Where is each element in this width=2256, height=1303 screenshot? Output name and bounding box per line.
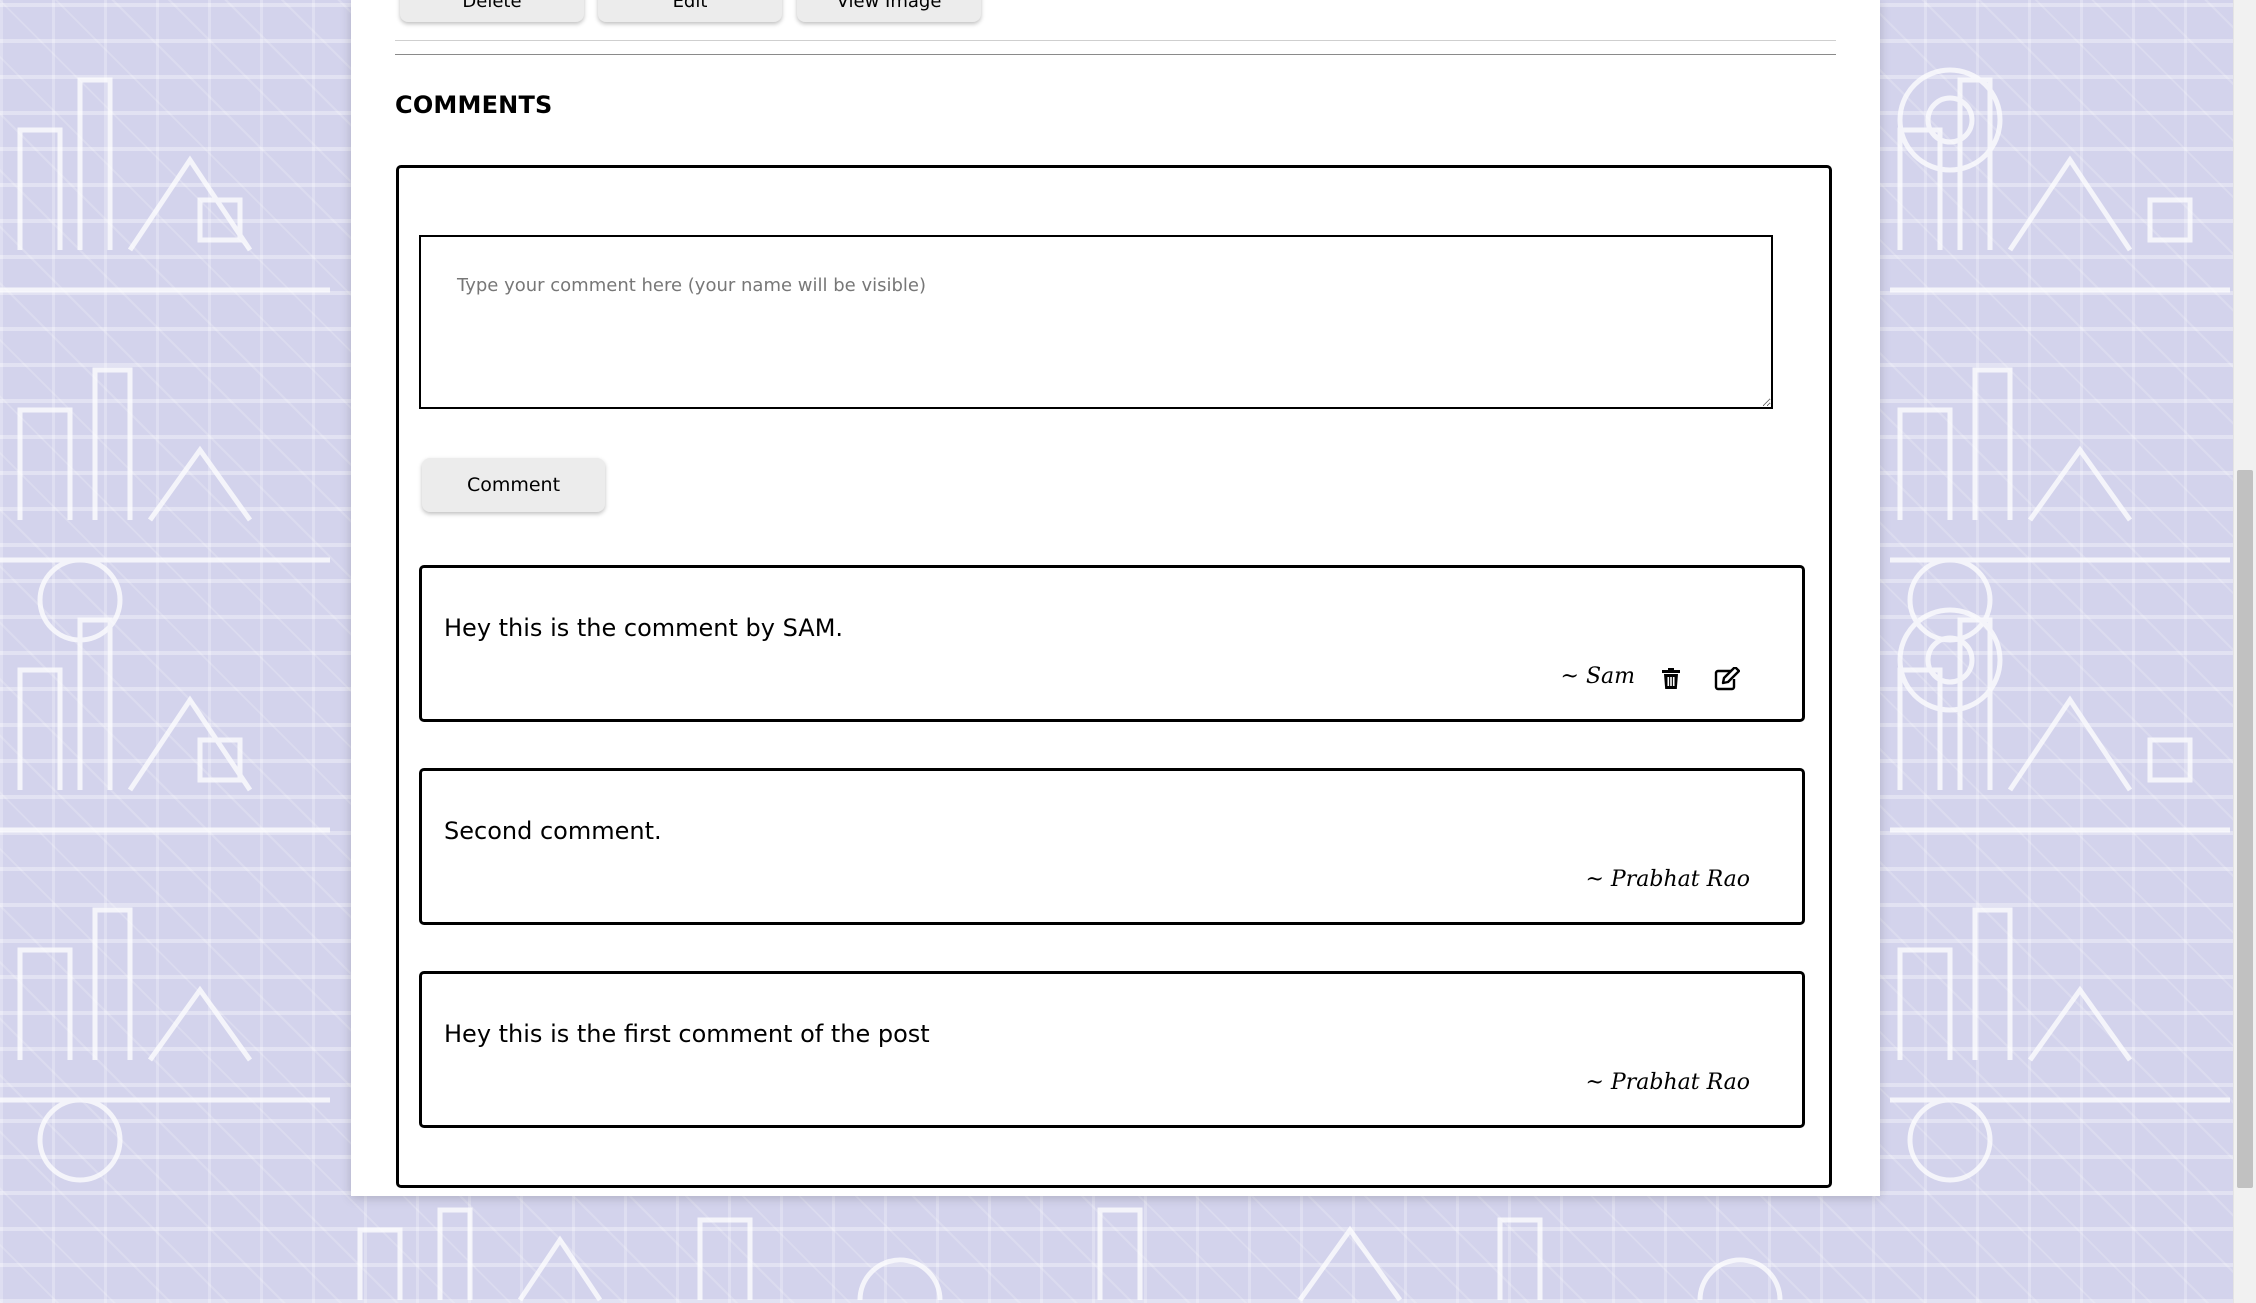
comment-text: Second comment. bbox=[444, 817, 662, 845]
scrollbar[interactable] bbox=[2233, 0, 2256, 1303]
comment-item: Second comment. ~ Prabhat Rao bbox=[419, 768, 1805, 925]
comment-item: Hey this is the first comment of the pos… bbox=[419, 971, 1805, 1128]
trash-icon[interactable] bbox=[1656, 664, 1686, 694]
comment-submit-button[interactable]: Comment bbox=[422, 458, 605, 512]
comment-author: ~ Sam bbox=[1560, 664, 1635, 689]
comments-container: Comment Hey this is the comment by SAM. … bbox=[396, 165, 1832, 1188]
divider bbox=[395, 40, 1836, 41]
divider bbox=[395, 54, 1836, 55]
delete-button[interactable]: Delete bbox=[400, 0, 584, 22]
post-card: Delete Edit View Image COMMENTS Comment … bbox=[351, 0, 1880, 1196]
edit-button[interactable]: Edit bbox=[598, 0, 782, 22]
comment-author: ~ Prabhat Rao bbox=[1585, 867, 1751, 892]
comment-item: Hey this is the comment by SAM. ~ Sam bbox=[419, 565, 1805, 722]
comments-title: COMMENTS bbox=[395, 91, 553, 119]
edit-icon[interactable] bbox=[1712, 664, 1742, 694]
comment-text: Hey this is the comment by SAM. bbox=[444, 614, 844, 642]
scrollbar-thumb[interactable] bbox=[2237, 470, 2253, 1188]
comment-text: Hey this is the first comment of the pos… bbox=[444, 1020, 930, 1048]
view-image-button[interactable]: View Image bbox=[797, 0, 981, 22]
comment-author: ~ Prabhat Rao bbox=[1585, 1070, 1751, 1095]
comment-input[interactable] bbox=[419, 235, 1773, 409]
